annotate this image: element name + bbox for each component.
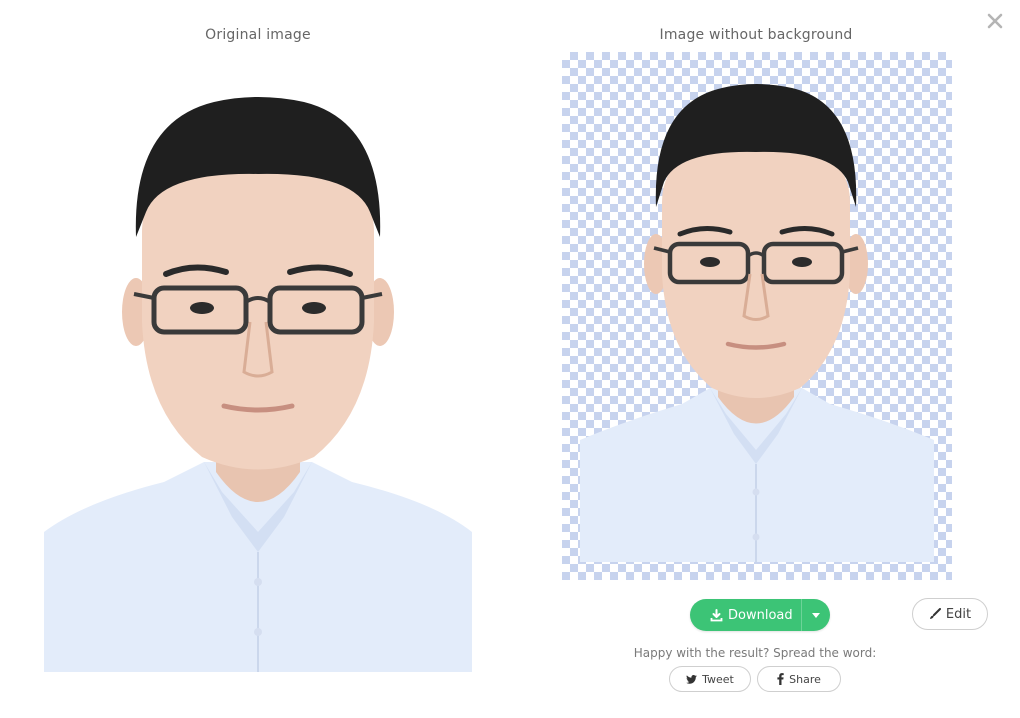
facebook-icon xyxy=(777,673,784,685)
cutout-portrait xyxy=(580,84,934,562)
edit-button[interactable]: Edit xyxy=(912,598,988,630)
download-button[interactable]: Download xyxy=(690,599,801,631)
download-options-toggle[interactable] xyxy=(800,599,830,631)
original-image-heading: Original image xyxy=(205,27,311,43)
download-label: Download xyxy=(728,607,793,623)
close-button[interactable] xyxy=(985,11,1005,31)
share-prompt: Happy with the result? Spread the word: xyxy=(633,646,877,660)
share-label: Share xyxy=(789,672,821,686)
brush-icon xyxy=(929,608,941,620)
caret-down-icon xyxy=(811,612,820,618)
facebook-share-button[interactable]: Share xyxy=(757,666,841,692)
original-portrait xyxy=(44,97,472,672)
edit-label: Edit xyxy=(945,606,972,622)
tweet-label: Tweet xyxy=(702,672,734,686)
original-image xyxy=(44,62,472,672)
tweet-button[interactable]: Tweet xyxy=(669,666,751,692)
result-image xyxy=(562,52,952,580)
download-split-button: Download xyxy=(690,599,830,631)
result-image-heading: Image without background xyxy=(659,27,853,43)
twitter-icon xyxy=(686,674,698,684)
remove-bg-result-dialog: Original image Image without background xyxy=(0,0,1020,718)
close-icon xyxy=(987,13,1003,29)
download-icon xyxy=(710,608,723,622)
